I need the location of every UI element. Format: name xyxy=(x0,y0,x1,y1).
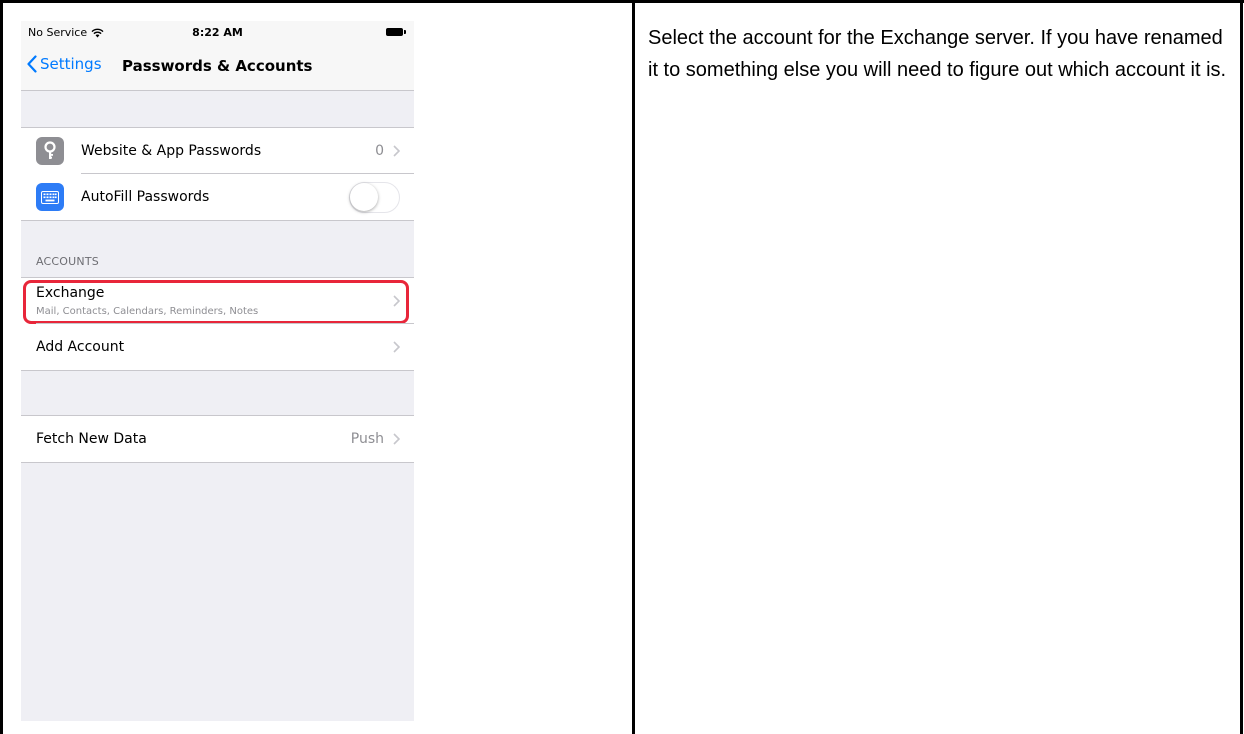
website-passwords-label: Website & App Passwords xyxy=(81,143,262,159)
fetch-new-data-label: Fetch New Data xyxy=(36,431,147,447)
website-passwords-row[interactable]: Website & App Passwords 0 xyxy=(21,128,414,174)
key-icon xyxy=(36,137,64,165)
fetch-group: Fetch New Data Push xyxy=(21,415,414,463)
accounts-section-header: ACCOUNTS xyxy=(36,255,99,268)
battery-icon xyxy=(386,28,406,36)
table-border-right xyxy=(1240,0,1243,734)
fetch-new-data-row[interactable]: Fetch New Data Push xyxy=(21,416,414,462)
back-button[interactable]: Settings xyxy=(27,55,102,73)
autofill-passwords-label: AutoFill Passwords xyxy=(81,189,210,205)
chevron-left-icon xyxy=(27,55,37,73)
status-time: 8:22 AM xyxy=(192,26,243,39)
autofill-toggle[interactable] xyxy=(349,182,400,213)
add-account-row[interactable]: Add Account xyxy=(21,324,414,370)
status-bar: No Service 8:22 AM xyxy=(21,21,414,43)
toggle-knob xyxy=(350,183,378,211)
back-button-label: Settings xyxy=(40,55,102,73)
chevron-right-icon xyxy=(393,433,400,445)
iphone-screenshot: No Service 8:22 AM Settings Passwords & … xyxy=(21,21,414,721)
passwords-group: Website & App Passwords 0 AutoFill Passw… xyxy=(21,127,414,221)
fetch-new-data-value: Push xyxy=(350,431,384,447)
chevron-right-icon xyxy=(393,145,400,157)
instruction-text: Select the account for the Exchange serv… xyxy=(648,27,1227,81)
add-account-label: Add Account xyxy=(36,339,125,355)
chevron-right-icon xyxy=(393,341,400,353)
accounts-group: Exchange Mail, Contacts, Calendars, Remi… xyxy=(21,277,414,371)
table-border-top xyxy=(0,0,1244,3)
page-title: Passwords & Accounts xyxy=(122,57,313,75)
keyboard-icon xyxy=(36,183,64,211)
table-column-divider xyxy=(632,0,635,734)
table-border-left xyxy=(0,0,3,734)
navigation-bar: Settings Passwords & Accounts xyxy=(21,43,414,91)
autofill-passwords-row: AutoFill Passwords xyxy=(21,174,414,220)
website-passwords-count: 0 xyxy=(375,143,384,159)
exchange-account-row[interactable]: Exchange Mail, Contacts, Calendars, Remi… xyxy=(21,278,414,324)
highlight-annotation-box xyxy=(23,280,409,324)
